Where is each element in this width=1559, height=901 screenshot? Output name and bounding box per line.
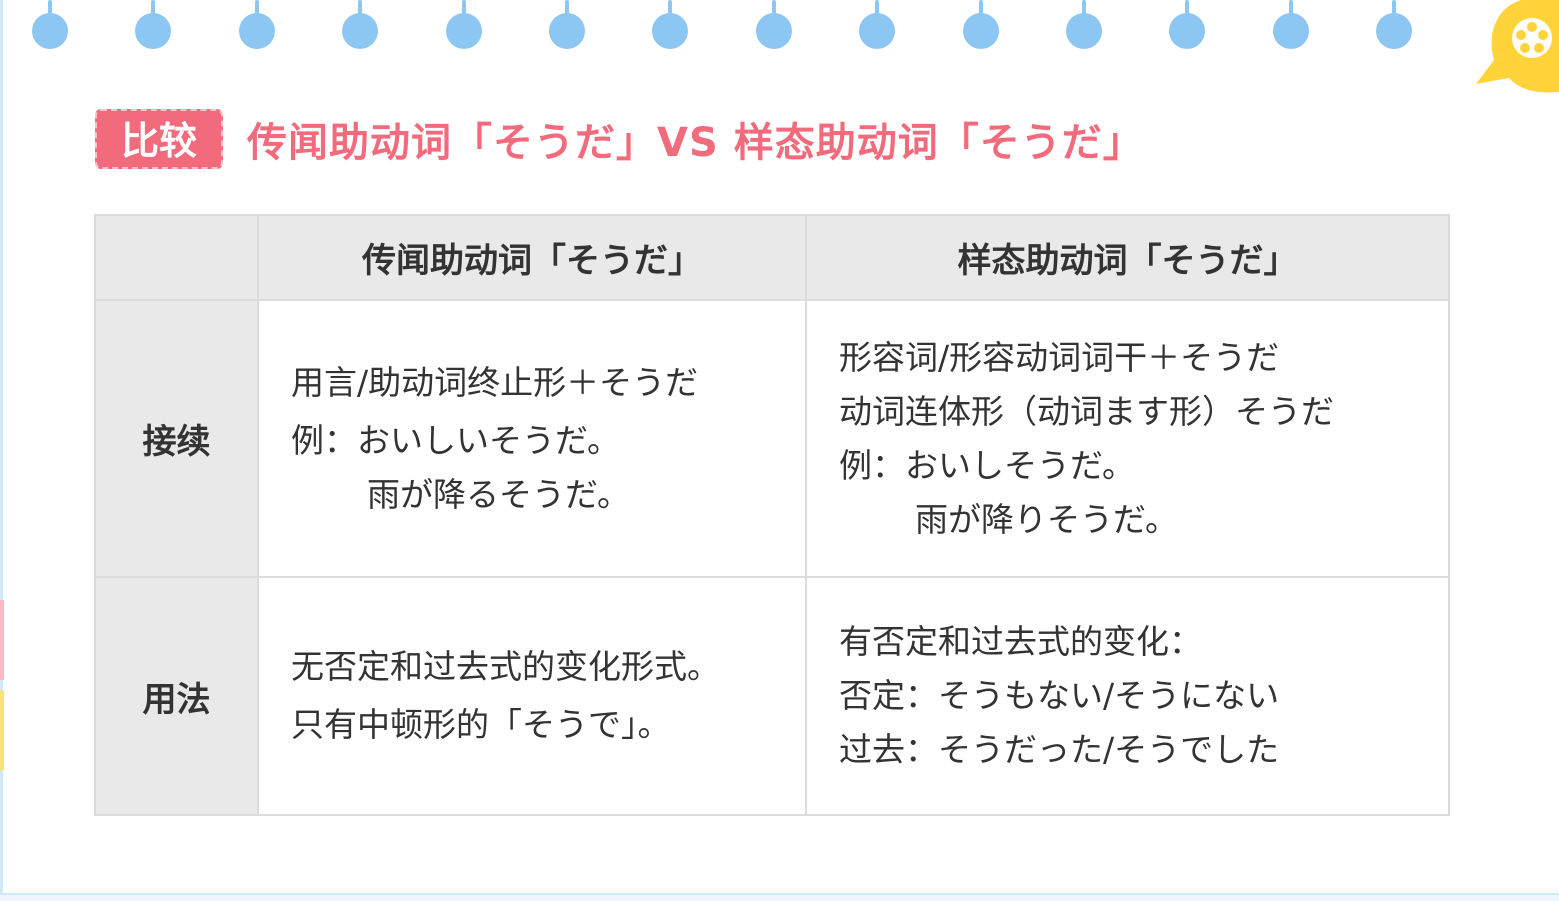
section-title: 比较 传闻助动词「そうだ」VS 样态助动词「そうだ」 xyxy=(95,108,1144,170)
cell-appearance-usage: 有否定和过去式的变化： 否定：そうもない/そうにない 过去：そうだった/そうでし… xyxy=(805,576,1450,816)
ring-hole-icon xyxy=(445,0,482,50)
cell-line: 否定：そうもない/そうにない xyxy=(839,676,1280,715)
cell-line: 雨が降りそうだ。 xyxy=(915,499,1179,539)
ring-hole-icon xyxy=(652,0,689,50)
cell-line: 用言/助动词终止形＋そうだ xyxy=(291,362,699,402)
ring-hole-icon xyxy=(342,0,379,50)
cell-line: 有否定和过去式的变化： xyxy=(839,622,1202,661)
edge-accent-pink xyxy=(0,600,4,680)
cell-line: 动词连体形（动词ます形）そうだ xyxy=(839,391,1334,431)
cell-appearance-connection: 形容词/形容动词词干＋そうだ 动词连体形（动词ます形）そうだ 例：おいしそうだ。… xyxy=(805,299,1450,578)
cell-line: 无否定和过去式的变化形式。 xyxy=(291,647,720,686)
ring-hole-icon xyxy=(135,0,172,50)
cell-hearsay-connection: 用言/助动词终止形＋そうだ 例：おいしいそうだ。 雨が降るそうだ。 xyxy=(257,299,807,578)
cell-line: 只有中顿形的「そうで」。 xyxy=(291,705,671,744)
ring-hole-icon xyxy=(32,0,68,50)
cell-line: 过去：そうだった/そうでした xyxy=(839,730,1280,769)
cell-line: 形容词/形容动词词干＋そうだ xyxy=(839,337,1280,377)
row-label-usage: 用法 xyxy=(94,576,259,816)
header-appearance: 样态助动词「そうだ」 xyxy=(805,214,1450,301)
comparison-table: 传闻助动词「そうだ」 样态助动词「そうだ」 接续 用言/助动词终止形＋そうだ 例… xyxy=(94,214,1450,816)
ring-hole-icon xyxy=(1272,0,1309,50)
ring-hole-icon xyxy=(1376,0,1413,50)
section-title-text: 传闻助动词「そうだ」VS 样态助动词「そうだ」 xyxy=(247,120,1144,166)
table-row: 接续 用言/助动词终止形＋そうだ 例：おいしいそうだ。 雨が降るそうだ。 形容词… xyxy=(94,299,1450,578)
cell-line: 雨が降るそうだ。 xyxy=(367,474,631,514)
ring-hole-icon xyxy=(549,0,585,50)
header-hearsay: 传闻助动词「そうだ」 xyxy=(257,214,807,301)
ring-hole-icon xyxy=(859,0,896,50)
ring-hole-icon xyxy=(962,0,999,50)
notebook-rings xyxy=(0,0,1470,60)
cell-hearsay-usage: 无否定和过去式的变化形式。 只有中顿形的「そうで」。 xyxy=(257,576,807,816)
frame-bottom-line xyxy=(0,893,1559,901)
cell-line: 例：おいしいそうだ。 xyxy=(291,420,621,460)
ring-hole-icon xyxy=(755,0,792,50)
ring-hole-icon xyxy=(238,0,275,50)
edge-accent-yellow xyxy=(0,690,4,770)
ring-hole-icon xyxy=(1169,0,1206,50)
row-label-connection: 接续 xyxy=(94,299,259,578)
table-row: 用法 无否定和过去式的变化形式。 只有中顿形的「そうで」。 有否定和过去式的变化… xyxy=(94,576,1450,816)
cell-line: 例：おいしそうだ。 xyxy=(839,445,1136,485)
flower-badge-icon xyxy=(1476,0,1559,93)
header-empty xyxy=(94,214,259,301)
ring-hole-icon xyxy=(1066,0,1102,50)
compare-tag: 比较 xyxy=(95,109,224,169)
table-header-row: 传闻助动词「そうだ」 样态助动词「そうだ」 xyxy=(94,214,1450,301)
